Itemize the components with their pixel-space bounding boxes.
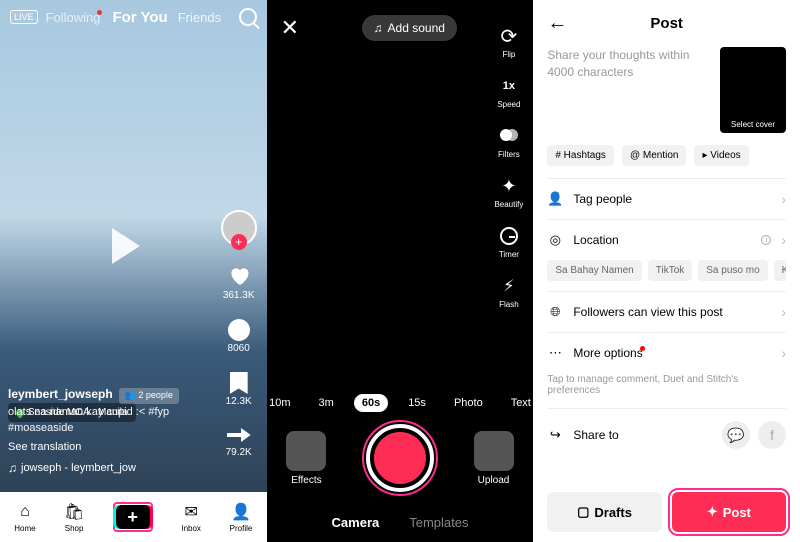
loc-suggestion[interactable]: Sa Bahay Namen <box>547 260 641 281</box>
drafts-icon: ▢ <box>577 504 589 520</box>
shop-icon: 🛍︎ <box>64 502 84 522</box>
tool-beautify[interactable]: Beautify <box>494 175 523 209</box>
record-button[interactable] <box>366 424 434 492</box>
chevron-right-icon: › <box>781 304 786 320</box>
like-count: 361.3K <box>223 290 255 301</box>
duration-60s[interactable]: 60s <box>354 394 388 412</box>
more-icon: ⋯ <box>547 345 563 361</box>
duration-15s[interactable]: 15s <box>400 394 434 412</box>
username[interactable]: leymbert_jowseph <box>8 387 113 401</box>
effects-thumb <box>286 431 326 471</box>
share-facebook-icon[interactable]: f <box>758 421 786 449</box>
location-icon: ◎ <box>547 232 563 248</box>
profile-icon: 👤 <box>231 502 251 522</box>
save-icon[interactable] <box>230 372 248 394</box>
follow-plus-icon[interactable]: + <box>231 234 247 250</box>
add-sound-button[interactable]: ♫Add sound <box>362 15 457 41</box>
tab-foryou[interactable]: For You <box>112 9 167 26</box>
row-visibility[interactable]: 🌐︎ Followers can view this post › <box>547 291 786 332</box>
caption-input[interactable]: Share your thoughts within 4000 characte… <box>547 47 710 133</box>
nav-create[interactable]: + <box>116 505 150 529</box>
share-arrow-icon: ↪ <box>547 427 563 443</box>
chevron-right-icon: › <box>781 232 786 248</box>
nav-inbox[interactable]: ✉︎Inbox <box>181 502 201 533</box>
loc-suggestion[interactable]: Sa puso mo <box>698 260 767 281</box>
close-icon[interactable]: ✕ <box>281 15 299 41</box>
people-button[interactable]: 👥 2 people <box>119 388 179 404</box>
mode-text[interactable]: Text <box>503 394 534 412</box>
like-icon[interactable] <box>227 265 250 288</box>
see-translation[interactable]: See translation <box>8 439 207 456</box>
duration-selector: 10m 3m 60s 15s Photo Text <box>267 394 534 412</box>
feed-screen: LIVE Following For You Friends + 361.3K … <box>0 0 267 542</box>
comment-icon[interactable] <box>228 319 250 341</box>
beautify-icon <box>498 175 520 197</box>
duration-3m[interactable]: 3m <box>311 394 342 412</box>
drafts-button[interactable]: ▢Drafts <box>547 492 661 532</box>
chevron-right-icon: › <box>781 191 786 207</box>
tab-templates[interactable]: Templates <box>409 515 468 530</box>
video-caption: olats na naman kay cupid :< #fyp #moasea… <box>8 404 207 437</box>
tab-following[interactable]: Following <box>46 10 103 25</box>
tool-speed[interactable]: Speed <box>497 75 520 109</box>
inbox-icon: ✉︎ <box>181 502 201 522</box>
save-count: 12.3K <box>226 396 252 407</box>
camera-screen: ✕ ♫Add sound Flip Speed Filters Beautify… <box>267 0 534 542</box>
row-location[interactable]: ◎ Location i › <box>547 219 786 260</box>
globe-icon: 🌐︎ <box>547 304 563 320</box>
speed-icon <box>498 75 520 97</box>
tool-timer[interactable]: Timer <box>498 225 520 259</box>
post-screen: ← Post Share your thoughts within 4000 c… <box>533 0 800 542</box>
chip-videos[interactable]: ▸ Videos <box>694 145 748 166</box>
duration-10m[interactable]: 10m <box>267 394 299 412</box>
live-badge[interactable]: LIVE <box>10 10 38 24</box>
nav-home[interactable]: ⌂Home <box>14 502 35 533</box>
location-suggestions: Sa Bahay Namen TikTok Sa puso mo KAHIT S… <box>547 260 786 291</box>
tool-flash[interactable]: Flash <box>498 275 520 309</box>
effects-button[interactable]: Effects <box>286 431 326 486</box>
loc-suggestion[interactable]: KAHIT SA <box>774 260 786 281</box>
tool-filters[interactable]: Filters <box>498 125 520 159</box>
page-title: Post <box>650 15 683 32</box>
select-cover[interactable]: Select cover <box>720 47 786 133</box>
info-icon: i <box>761 235 771 245</box>
timer-icon <box>500 227 518 245</box>
flip-icon <box>498 25 520 47</box>
music-info[interactable]: ♫jowseph - leymbert_jow <box>8 459 207 477</box>
nav-shop[interactable]: 🛍︎Shop <box>64 502 84 533</box>
play-icon[interactable] <box>112 228 140 264</box>
music-note-icon: ♫ <box>8 459 17 477</box>
post-button[interactable]: ✦Post <box>672 492 786 532</box>
filters-icon <box>500 127 518 145</box>
tab-camera[interactable]: Camera <box>332 515 380 530</box>
nav-profile[interactable]: 👤Profile <box>230 502 253 533</box>
chevron-right-icon: › <box>781 345 786 361</box>
share-count: 79.2K <box>226 447 252 458</box>
bottom-nav: ⌂Home 🛍︎Shop + ✉︎Inbox 👤Profile <box>0 492 267 542</box>
row-more-options[interactable]: ⋯ More options › Tap to manage comment, … <box>547 332 786 408</box>
more-options-sub: Tap to manage comment, Duet and Stitch's… <box>547 374 786 396</box>
flash-icon <box>498 275 520 297</box>
upload-thumb <box>474 431 514 471</box>
tab-friends[interactable]: Friends <box>178 10 221 25</box>
sparkle-icon: ✦ <box>707 504 718 520</box>
share-messenger-icon[interactable]: 💬 <box>722 421 750 449</box>
upload-button[interactable]: Upload <box>474 431 514 486</box>
person-icon: 👤 <box>547 191 563 207</box>
row-share-to: ↪ Share to 💬 f <box>547 408 786 461</box>
home-icon: ⌂ <box>15 502 35 522</box>
share-icon[interactable] <box>227 425 251 445</box>
tool-flip[interactable]: Flip <box>498 25 520 59</box>
creator-avatar[interactable]: + <box>221 210 257 246</box>
row-tag-people[interactable]: 👤 Tag people › <box>547 178 786 219</box>
chip-hashtags[interactable]: # Hashtags <box>547 145 614 166</box>
music-note-icon: ♫ <box>374 21 383 35</box>
loc-suggestion[interactable]: TikTok <box>648 260 693 281</box>
search-icon[interactable] <box>239 8 257 26</box>
back-icon[interactable]: ← <box>547 12 567 35</box>
highlight-create: + <box>113 502 153 532</box>
comment-count: 8060 <box>228 343 250 354</box>
mode-photo[interactable]: Photo <box>446 394 491 412</box>
chip-mention[interactable]: @ Mention <box>622 145 687 166</box>
